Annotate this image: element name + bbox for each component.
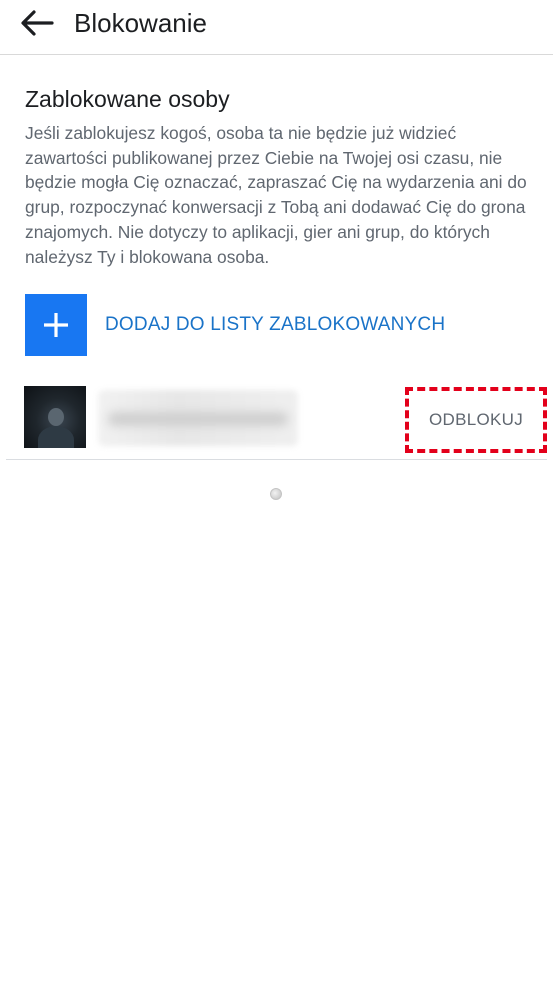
plus-icon <box>44 313 68 337</box>
top-app-bar: Blokowanie <box>0 0 553 55</box>
section-title: Zablokowane osoby <box>25 86 230 112</box>
section-description: Jeśli zablokujesz kogoś, osoba ta nie bę… <box>25 123 527 267</box>
arrow-left-icon <box>21 10 54 36</box>
row-divider <box>6 459 547 460</box>
loading-spinner <box>270 488 282 500</box>
page-title: Blokowanie <box>74 8 207 38</box>
blurred-name <box>98 390 298 446</box>
back-button[interactable] <box>18 6 56 40</box>
add-button-label[interactable]: DODAJ DO LISTY ZABLOKOWANYCH <box>105 314 445 336</box>
add-to-block-list-button[interactable]: DODAJ DO LISTY ZABLOKOWANYCH <box>25 294 535 356</box>
add-button-square[interactable] <box>25 294 87 356</box>
unblock-button[interactable]: ODBLOKUJ <box>405 387 547 453</box>
avatar <box>24 386 86 448</box>
blocked-person-row: ODBLOKUJ <box>0 378 553 460</box>
